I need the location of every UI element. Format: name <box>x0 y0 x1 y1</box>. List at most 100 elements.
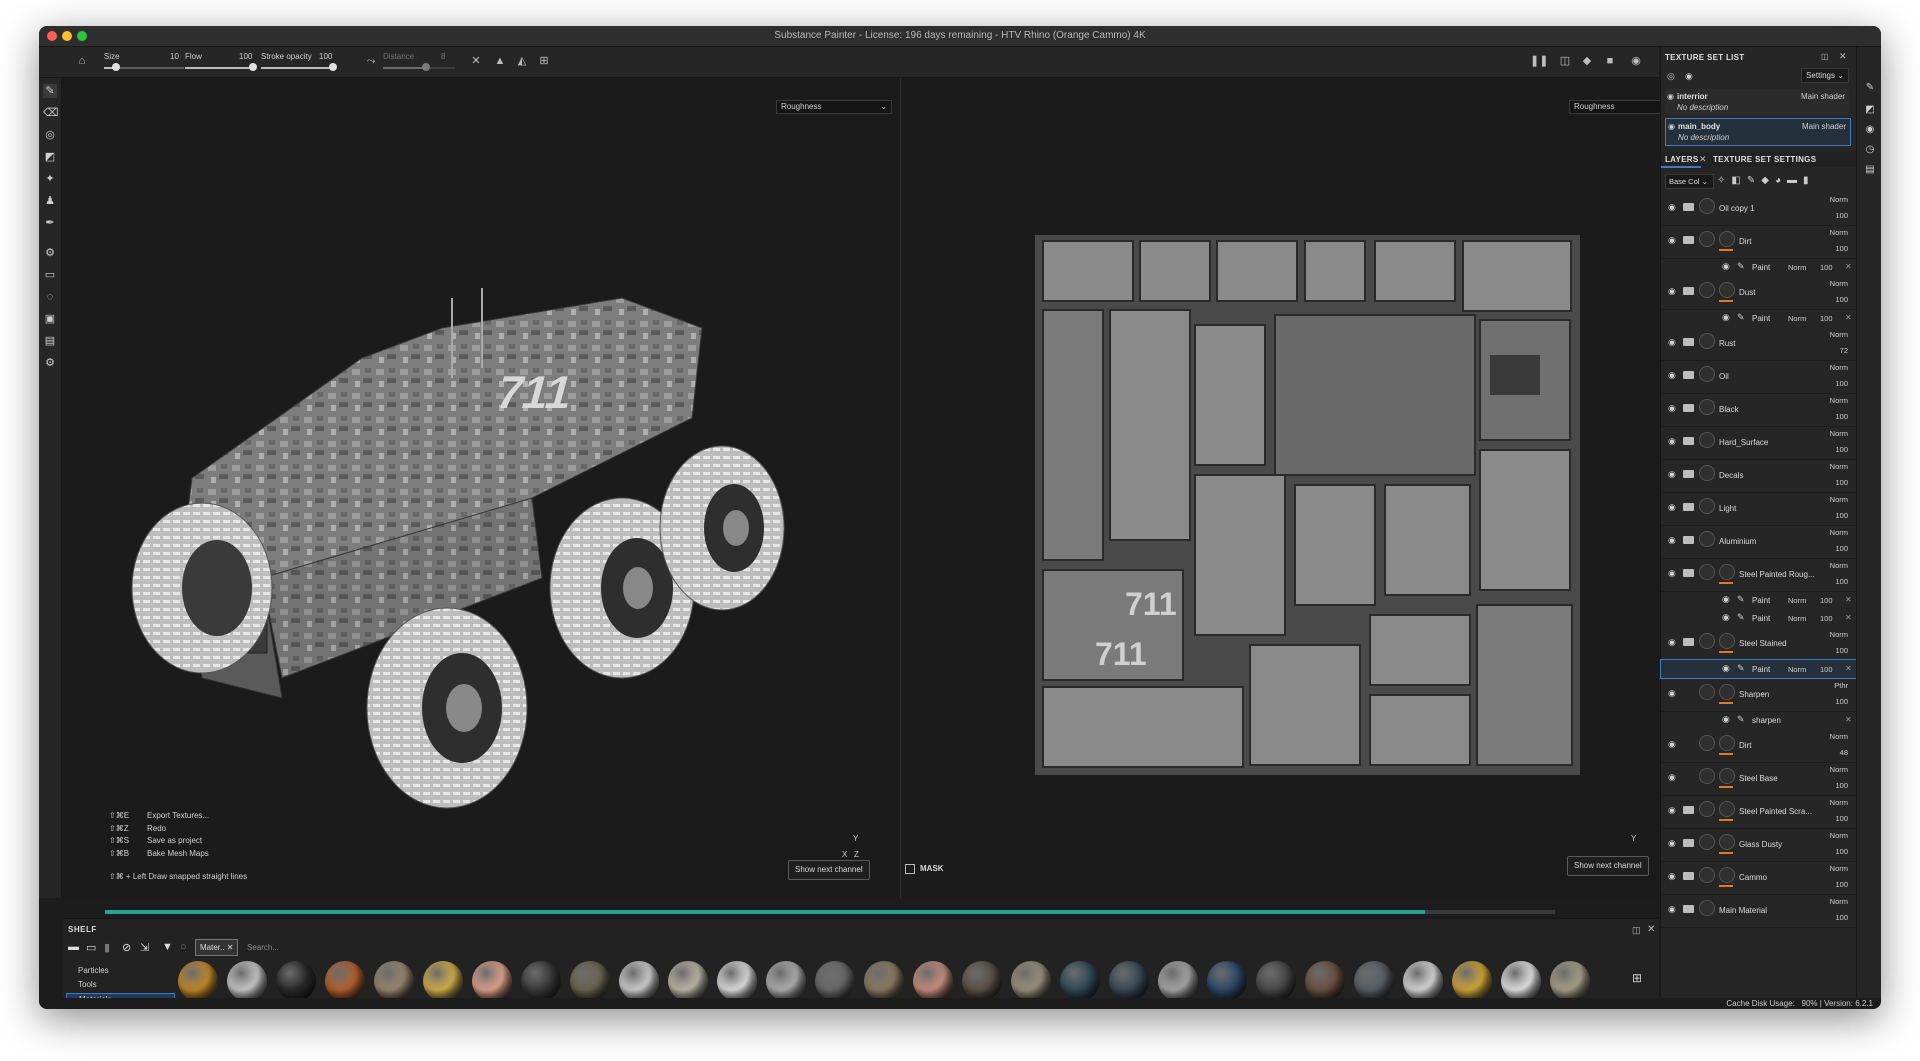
blend-mode[interactable]: Pthr <box>1834 681 1848 690</box>
material-thumbnail[interactable] <box>864 961 904 1001</box>
visibility-icon[interactable]: ◎ <box>1667 71 1675 82</box>
material-thumbnail[interactable] <box>1452 961 1492 1001</box>
material-thumbnail[interactable] <box>1501 961 1541 1001</box>
slider-handle[interactable] <box>112 63 120 71</box>
sub-layer-row[interactable]: ◉ ✎ sharpen ✕ <box>1661 711 1856 729</box>
layer-opacity[interactable]: 100 <box>1835 211 1848 220</box>
plugin-icon[interactable]: ⚙ <box>43 356 57 370</box>
show-next-channel-button-3d[interactable]: Show next channel <box>788 860 870 880</box>
sub-opacity[interactable]: 100 <box>1820 314 1833 323</box>
add-effect-icon[interactable]: ✧ <box>1717 175 1731 186</box>
viewport-2d[interactable]: Roughness⌄ <box>901 78 1687 898</box>
close-icon[interactable]: ✕ <box>1845 262 1852 271</box>
channel-select[interactable]: Base Col ⌄ <box>1665 174 1714 189</box>
mirror-icon[interactable]: ◭ <box>515 54 529 68</box>
sub-opacity[interactable]: 100 <box>1820 263 1833 272</box>
eye-icon[interactable]: ◉ <box>1668 469 1676 480</box>
blend-mode[interactable]: Norm <box>1830 561 1848 570</box>
layer-opacity[interactable]: 100 <box>1835 445 1848 454</box>
layer-row[interactable]: ◉ Glass Dusty Norm 100 <box>1661 828 1856 862</box>
viewport-3d[interactable]: Roughness ⌄ 711 ⇧⌘E Export Textures... ⇧… <box>62 78 900 898</box>
layer-opacity[interactable]: 100 <box>1835 814 1848 823</box>
mask-thumbnail[interactable] <box>1719 231 1735 247</box>
material-thumbnail[interactable] <box>178 961 218 1001</box>
layer-opacity[interactable]: 100 <box>1835 478 1848 487</box>
mask-thumbnail[interactable] <box>1719 768 1735 784</box>
blend-mode[interactable]: Norm <box>1830 429 1848 438</box>
import-icon[interactable]: ⇲ <box>140 941 149 954</box>
shelf-search-input[interactable]: Search... <box>247 943 279 952</box>
layer-opacity[interactable]: 100 <box>1835 781 1848 790</box>
material-thumbnail[interactable] <box>1354 961 1394 1001</box>
settings-icon[interactable]: ⚙ <box>43 246 57 260</box>
sub-blend-mode[interactable]: Norm <box>1788 665 1806 674</box>
layer-row[interactable]: ◉ Oil Norm 100 <box>1661 360 1856 394</box>
brush-preset-icon[interactable]: ⌂ <box>75 54 89 68</box>
close-icon[interactable]: ✕ <box>1699 154 1707 165</box>
tab-texture-set-settings[interactable]: TEXTURE SET SETTINGS <box>1713 155 1816 164</box>
eye-icon[interactable]: ◉ <box>1668 637 1676 648</box>
layer-row[interactable]: ◉ Steel Base Norm 100 <box>1661 762 1856 796</box>
layer-icon[interactable]: ▭ <box>43 268 57 282</box>
filter-tag[interactable]: Mater.. ✕ <box>195 939 239 956</box>
mask-thumbnail[interactable] <box>1719 867 1735 883</box>
sub-layer-row[interactable]: ◉ ✎ Paint Norm 100 ✕ <box>1661 309 1856 327</box>
material-thumbnail[interactable] <box>227 961 267 1001</box>
settings-dropdown[interactable]: Settings ⌄ <box>1801 68 1849 83</box>
blend-mode[interactable]: Norm <box>1830 396 1848 405</box>
paint-brush-icon[interactable]: ✎ <box>43 84 57 98</box>
material-thumbnail[interactable] <box>962 961 1002 1001</box>
delete-layer-icon[interactable]: ▮ <box>1803 175 1815 186</box>
eye-icon[interactable]: ◉ <box>1668 772 1676 783</box>
material-thumbnail[interactable] <box>668 961 708 1001</box>
layer-row[interactable]: ◉ Dust Norm 100 <box>1661 276 1856 310</box>
sub-layer-row[interactable]: ◉ ✎ Paint Norm 100 ✕ <box>1661 609 1856 627</box>
eye-icon[interactable]: ◉ <box>1668 805 1676 816</box>
sub-opacity[interactable]: 100 <box>1820 665 1833 674</box>
eye-icon[interactable]: ◉ <box>1668 502 1676 513</box>
close-icon[interactable]: ✕ <box>1845 664 1852 673</box>
texture-set-item[interactable]: ◉ main_body Main shader No description <box>1665 118 1851 146</box>
display-icon[interactable]: ◆ <box>1580 54 1594 68</box>
eye-icon[interactable]: ◉ <box>1668 202 1676 213</box>
sub-opacity[interactable]: 100 <box>1820 596 1833 605</box>
material-thumbnail[interactable] <box>1305 961 1345 1001</box>
filter-icon[interactable]: ▼ <box>162 941 173 953</box>
layer-opacity[interactable]: 48 <box>1840 748 1848 757</box>
material-thumbnail[interactable] <box>570 961 610 1001</box>
eye-icon[interactable]: ◉ <box>1668 122 1675 131</box>
close-icon[interactable]: ✕ <box>1845 313 1852 322</box>
blend-mode[interactable]: Norm <box>1830 363 1848 372</box>
eye-icon[interactable]: ◉ <box>1722 312 1730 323</box>
eye-icon[interactable]: ◉ <box>1668 688 1676 699</box>
log-icon[interactable]: ▤ <box>1863 163 1877 177</box>
material-thumbnail[interactable] <box>1109 961 1149 1001</box>
texture-set-shader[interactable]: Main shader <box>1802 122 1846 131</box>
eye-icon[interactable]: ◉ <box>1668 568 1676 579</box>
color-picker-icon[interactable]: ✒ <box>43 216 57 230</box>
mask-thumbnail[interactable] <box>1719 633 1735 649</box>
texture-set-item[interactable]: ◉ interrior Main shader No description <box>1665 89 1849 115</box>
material-thumbnail[interactable] <box>619 961 659 1001</box>
export-icon[interactable]: ▤ <box>43 334 57 348</box>
layers-icon[interactable]: ◩ <box>1863 103 1877 117</box>
material-thumbnail[interactable] <box>1550 961 1590 1001</box>
sub-blend-mode[interactable]: Norm <box>1788 596 1806 605</box>
layer-row[interactable]: ◉ Oil copy 1 Norm 100 <box>1661 192 1856 226</box>
close-icon[interactable]: ✕ <box>1845 613 1852 622</box>
sub-blend-mode[interactable]: Norm <box>1788 614 1806 623</box>
material-thumbnail[interactable] <box>325 961 365 1001</box>
eye-icon[interactable]: ◉ <box>1685 71 1693 82</box>
eye-icon[interactable]: ◉ <box>1667 92 1674 101</box>
display-settings-icon[interactable]: ◉ <box>1863 123 1877 137</box>
add-mask-icon[interactable]: ◧ <box>1731 175 1746 186</box>
eye-icon[interactable]: ◉ <box>1668 235 1676 246</box>
float-panel-icon[interactable]: ◫ <box>1821 52 1829 61</box>
material-thumbnail[interactable] <box>1207 961 1247 1001</box>
sub-layer-row[interactable]: ◉ ✎ Paint Norm 100 ✕ <box>1661 591 1856 609</box>
mask-thumbnail[interactable] <box>1719 564 1735 580</box>
material-thumbnail[interactable] <box>521 961 561 1001</box>
eye-icon[interactable]: ◉ <box>1668 286 1676 297</box>
eye-icon[interactable]: ◉ <box>1722 663 1730 674</box>
material-thumbnail[interactable] <box>1403 961 1443 1001</box>
